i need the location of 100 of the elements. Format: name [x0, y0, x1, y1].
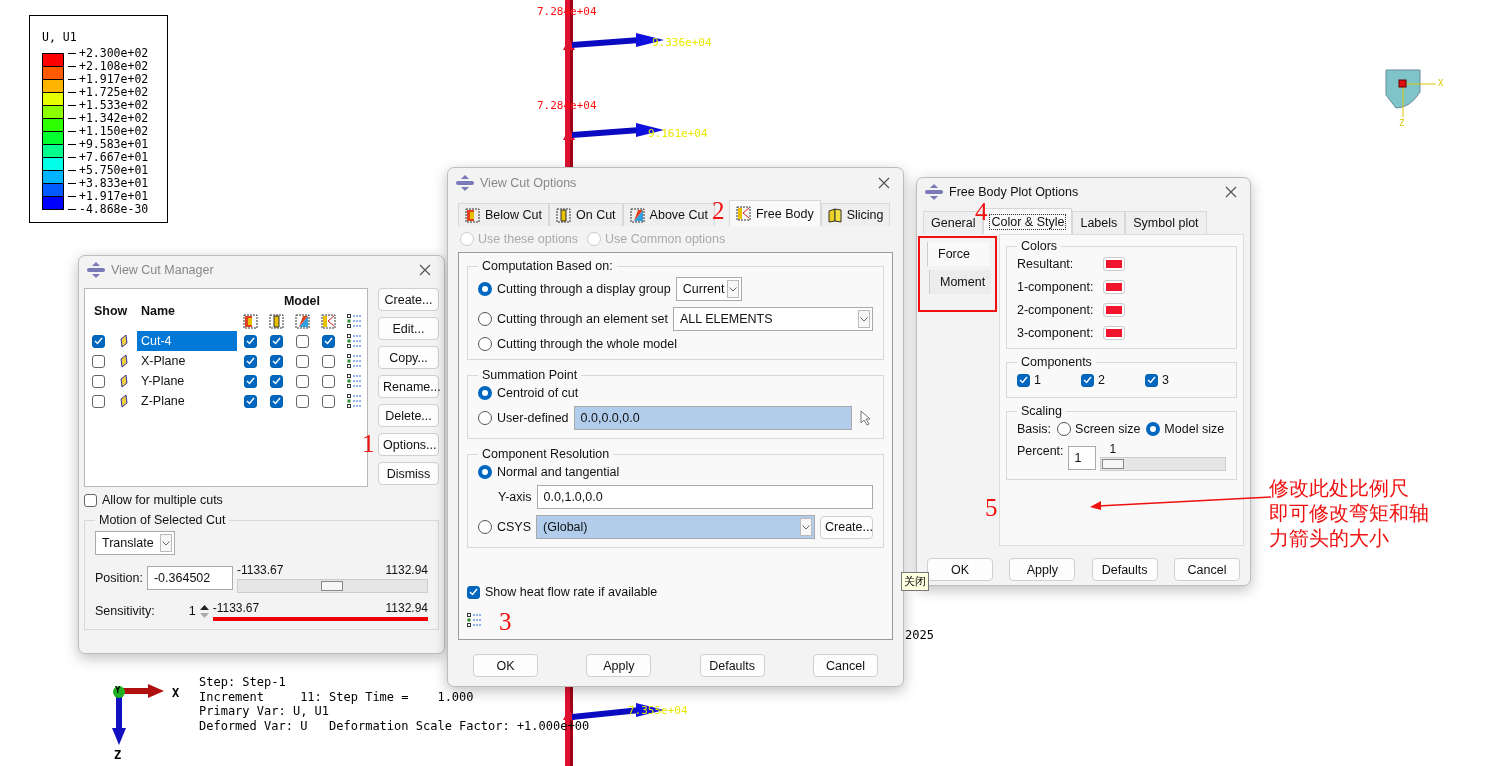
checkbox[interactable] — [1144, 373, 1158, 387]
cut-name[interactable]: Y-Plane — [137, 371, 237, 391]
cut-name[interactable]: Z-Plane — [137, 391, 237, 411]
dialog-button[interactable]: Apply — [1009, 558, 1076, 581]
checkbox[interactable] — [84, 493, 97, 507]
tab[interactable]: Slicing — [820, 203, 891, 226]
tab[interactable]: Below Cut — [458, 203, 549, 226]
checkbox[interactable] — [243, 354, 257, 368]
checkbox[interactable] — [269, 334, 283, 348]
checkbox[interactable] — [243, 334, 257, 348]
legend-value: +9.583e+01 — [79, 138, 149, 151]
checkbox[interactable] — [295, 354, 309, 368]
dialog-button[interactable]: OK — [473, 654, 538, 677]
checkbox[interactable] — [321, 354, 335, 368]
create-button[interactable]: Create... — [820, 515, 873, 539]
radio-button[interactable] — [1146, 422, 1161, 436]
tooltip: 关闭 — [901, 572, 929, 591]
spin-up-icon[interactable] — [199, 603, 209, 611]
dialog-button[interactable]: Options... — [378, 433, 439, 456]
radio-button[interactable] — [478, 386, 492, 400]
range-max: 1132.94 — [385, 601, 428, 615]
radio-button[interactable] — [478, 520, 492, 534]
checkbox[interactable] — [467, 585, 480, 599]
radio-button[interactable] — [478, 465, 492, 479]
radio-button[interactable] — [478, 282, 492, 296]
plane-icon — [120, 394, 128, 408]
dialog-button[interactable]: Apply — [586, 654, 652, 677]
radio-label: Model size — [1164, 422, 1225, 436]
dialog-button[interactable]: Cancel — [1174, 558, 1240, 581]
plane-icon — [120, 354, 128, 368]
checkbox[interactable] — [321, 394, 335, 408]
radio-button[interactable] — [478, 337, 492, 351]
group-title: Colors — [1020, 239, 1059, 253]
dialog-button[interactable]: Cancel — [813, 654, 878, 677]
app-icon — [87, 262, 105, 278]
checkbox[interactable] — [295, 394, 309, 408]
side-tab[interactable]: Moment — [929, 270, 991, 294]
dialog-button[interactable]: Copy... — [378, 346, 439, 369]
close-icon — [419, 264, 431, 276]
radio-button[interactable] — [1057, 422, 1072, 436]
checkbox[interactable] — [1017, 373, 1030, 387]
dialog-button[interactable]: Create... — [378, 288, 439, 311]
force-value: 9.336e+04 — [652, 36, 712, 49]
window-title: View Cut Manager — [111, 263, 215, 277]
checkbox[interactable] — [91, 354, 105, 368]
checkbox[interactable] — [91, 394, 105, 408]
dialog-button[interactable]: Defaults — [1091, 558, 1158, 581]
slider-thumb[interactable] — [1101, 459, 1124, 469]
legend-value: +1.725e+02 — [79, 86, 149, 99]
mode-dropdown[interactable]: Translate — [95, 531, 175, 555]
contour-block-icon — [465, 207, 480, 223]
dialog-button[interactable]: Delete... — [378, 404, 439, 427]
tab[interactable]: On Cut — [549, 203, 623, 226]
app-icon — [456, 175, 474, 191]
checkbox[interactable] — [91, 374, 105, 388]
percent-slider[interactable] — [1099, 457, 1226, 471]
checkbox[interactable] — [243, 374, 257, 388]
checkbox[interactable] — [243, 394, 257, 408]
radio-button[interactable] — [478, 312, 492, 326]
list-icon — [346, 334, 362, 348]
dialog-button[interactable]: Edit... — [378, 317, 439, 340]
position-slider[interactable] — [236, 579, 428, 593]
checkbox[interactable] — [269, 374, 283, 388]
y-axis-field[interactable]: 0.0,1.0,0.0 — [536, 485, 873, 509]
group-dropdown[interactable]: Current — [675, 277, 742, 301]
checkbox[interactable] — [269, 354, 283, 368]
axis-triad-drawing — [112, 684, 164, 745]
axis-label: Z — [114, 748, 122, 762]
slider-thumb[interactable] — [321, 581, 344, 591]
element-set-dropdown[interactable]: ALL ELEMENTS — [672, 307, 873, 331]
legend-value: -4.868e-30 — [79, 203, 149, 216]
group-title: Motion of Selected Cut — [98, 513, 227, 527]
checkbox[interactable] — [295, 374, 309, 388]
checkbox[interactable] — [91, 334, 105, 348]
position-field[interactable]: -0.364502 — [146, 566, 233, 590]
checkbox-label: Show heat flow rate if available — [485, 585, 658, 599]
tab[interactable]: Symbol plot — [1125, 211, 1207, 234]
dialog-button[interactable]: Rename... — [378, 375, 439, 398]
checkbox[interactable] — [295, 334, 309, 348]
point-field[interactable]: 0.0,0.0,0.0 — [573, 406, 852, 430]
checkbox[interactable] — [269, 394, 283, 408]
checkbox[interactable] — [321, 334, 335, 348]
legend-value: +1.150e+02 — [79, 125, 149, 138]
csys-dropdown[interactable]: (Global) — [536, 515, 815, 539]
checkbox[interactable] — [1080, 373, 1094, 387]
checkbox-label: Allow for multiple cuts — [102, 493, 223, 507]
percent-field[interactable]: 1 — [1067, 446, 1096, 470]
radio-button[interactable] — [478, 411, 492, 425]
tab[interactable]: Free Body — [728, 200, 821, 226]
outline-block-icon — [556, 207, 571, 223]
dialog-button[interactable]: OK — [927, 558, 993, 581]
dialog-button[interactable]: Dismiss — [378, 462, 439, 485]
axis-label: Z — [1399, 118, 1405, 128]
side-tab[interactable]: Force — [927, 242, 989, 266]
dialog-button[interactable]: Defaults — [699, 654, 765, 677]
cut-name[interactable]: X-Plane — [137, 351, 237, 371]
cursor-icon[interactable] — [857, 409, 873, 427]
cut-name[interactable]: Cut-4 — [137, 331, 237, 351]
tab[interactable]: Labels — [1072, 211, 1126, 234]
checkbox[interactable] — [321, 374, 335, 388]
